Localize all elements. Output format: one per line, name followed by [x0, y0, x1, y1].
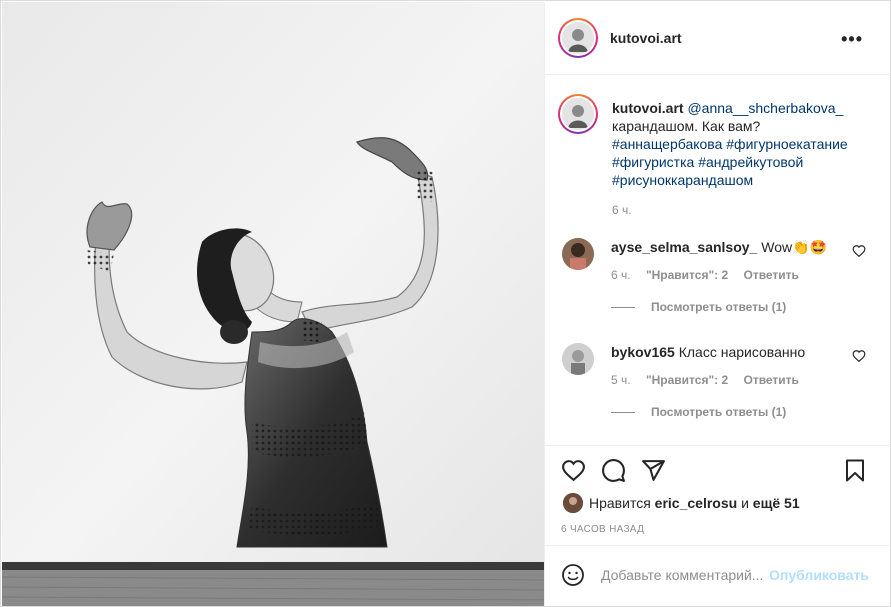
- caption-avatar[interactable]: [558, 94, 598, 134]
- likes-and: и: [741, 495, 749, 511]
- comment-username[interactable]: bykov165: [611, 344, 675, 360]
- comment-avatar[interactable]: [562, 238, 594, 270]
- comment-icon[interactable]: [601, 458, 626, 483]
- caption-body: карандашом. Как вам?: [612, 118, 761, 134]
- caption-hashtags-2[interactable]: #фигуристка #андрейкутовой: [612, 154, 803, 170]
- post-time: 6 ЧАСОВ НАЗАД: [561, 524, 645, 535]
- post-comment-button[interactable]: Опубликовать: [769, 567, 869, 583]
- likes-user[interactable]: eric_celrosu: [655, 495, 738, 511]
- comment-text: Wow👏🤩: [761, 239, 827, 255]
- caption-hashtags-1[interactable]: #аннащербакова #фигурноекатание: [612, 136, 848, 152]
- comment-item: bykov165 Класс нарисованно 5 ч. "Нравитс…: [562, 343, 866, 419]
- comment-body: ayse_selma_sanlsoy_ Wow👏🤩: [611, 238, 831, 256]
- likes-summary: Нравится eric_celrosu и ещё 51: [563, 493, 800, 513]
- comment-reply-button[interactable]: Ответить: [743, 268, 798, 282]
- comment-avatar-image: [562, 343, 594, 375]
- caption-hashtags-3[interactable]: #рисуноккарандашом: [612, 172, 753, 188]
- comment-like-heart-icon[interactable]: [852, 349, 866, 363]
- replies-divider: [611, 411, 635, 413]
- caption: kutovoi.art @anna__shcherbakova_ каранда…: [558, 94, 848, 217]
- author-username[interactable]: kutovoi.art: [610, 30, 682, 46]
- comment-time: 5 ч.: [611, 373, 631, 387]
- comment-input[interactable]: Добавьте комментарий...: [601, 567, 763, 583]
- likes-prefix: Нравится: [589, 495, 651, 511]
- caption-username[interactable]: kutovoi.art: [612, 100, 684, 116]
- post-dialog: kutovoi.art ••• kutovoi.art @anna__shche…: [0, 0, 891, 607]
- view-replies-label: Посмотреть ответы (1): [651, 405, 787, 419]
- view-replies-label: Посмотреть ответы (1): [651, 300, 787, 314]
- author-avatar[interactable]: [558, 17, 598, 58]
- likes-others[interactable]: ещё 51: [753, 495, 800, 511]
- liker-avatar-image: [563, 493, 583, 513]
- replies-divider: [611, 306, 635, 308]
- caption-time: 6 ч.: [612, 203, 632, 217]
- comment-avatar[interactable]: [562, 343, 594, 375]
- more-icon[interactable]: •••: [841, 29, 863, 50]
- comment-meta: 5 ч. "Нравится": 2 Ответить: [611, 373, 811, 387]
- comment-username[interactable]: ayse_selma_sanlsoy_: [611, 239, 757, 255]
- post-actions: Нравится eric_celrosu и ещё 51 6 ЧАСОВ Н…: [545, 445, 891, 545]
- caption-mention[interactable]: @anna__shcherbakova_: [687, 100, 843, 116]
- comments-list: kutovoi.art @anna__shcherbakova_ каранда…: [545, 75, 891, 445]
- heart-icon[interactable]: [561, 458, 586, 483]
- add-comment-bar: Добавьте комментарий... Опубликовать: [545, 545, 891, 607]
- author-avatar-image: [562, 21, 594, 54]
- post-photo[interactable]: [2, 2, 545, 606]
- comment-item: ayse_selma_sanlsoy_ Wow👏🤩 6 ч. "Нравится…: [562, 238, 866, 314]
- comment-avatar-image: [562, 238, 594, 270]
- comment-reply-button[interactable]: Ответить: [743, 373, 798, 387]
- comment-text: Класс нарисованно: [678, 344, 806, 360]
- comment-time: 6 ч.: [611, 268, 631, 282]
- view-replies-button[interactable]: Посмотреть ответы (1): [611, 405, 786, 419]
- liker-avatar[interactable]: [563, 493, 583, 513]
- comment-body: bykov165 Класс нарисованно: [611, 343, 831, 361]
- pencil-drawing-image: [2, 2, 544, 606]
- comment-meta: 6 ч. "Нравится": 2 Ответить: [611, 268, 811, 282]
- caption-text: kutovoi.art @anna__shcherbakova_ каранда…: [612, 99, 872, 219]
- share-icon[interactable]: [641, 458, 666, 483]
- comment-like-heart-icon[interactable]: [852, 244, 866, 258]
- view-replies-button[interactable]: Посмотреть ответы (1): [611, 300, 786, 314]
- caption-avatar-image: [562, 98, 594, 130]
- comment-likes[interactable]: "Нравится": 2: [646, 373, 728, 387]
- smile-icon[interactable]: [561, 563, 585, 587]
- post-header: kutovoi.art •••: [545, 1, 891, 75]
- bookmark-icon[interactable]: [843, 458, 867, 483]
- comment-likes[interactable]: "Нравится": 2: [646, 268, 728, 282]
- post-side-panel: kutovoi.art ••• kutovoi.art @anna__shche…: [545, 1, 891, 607]
